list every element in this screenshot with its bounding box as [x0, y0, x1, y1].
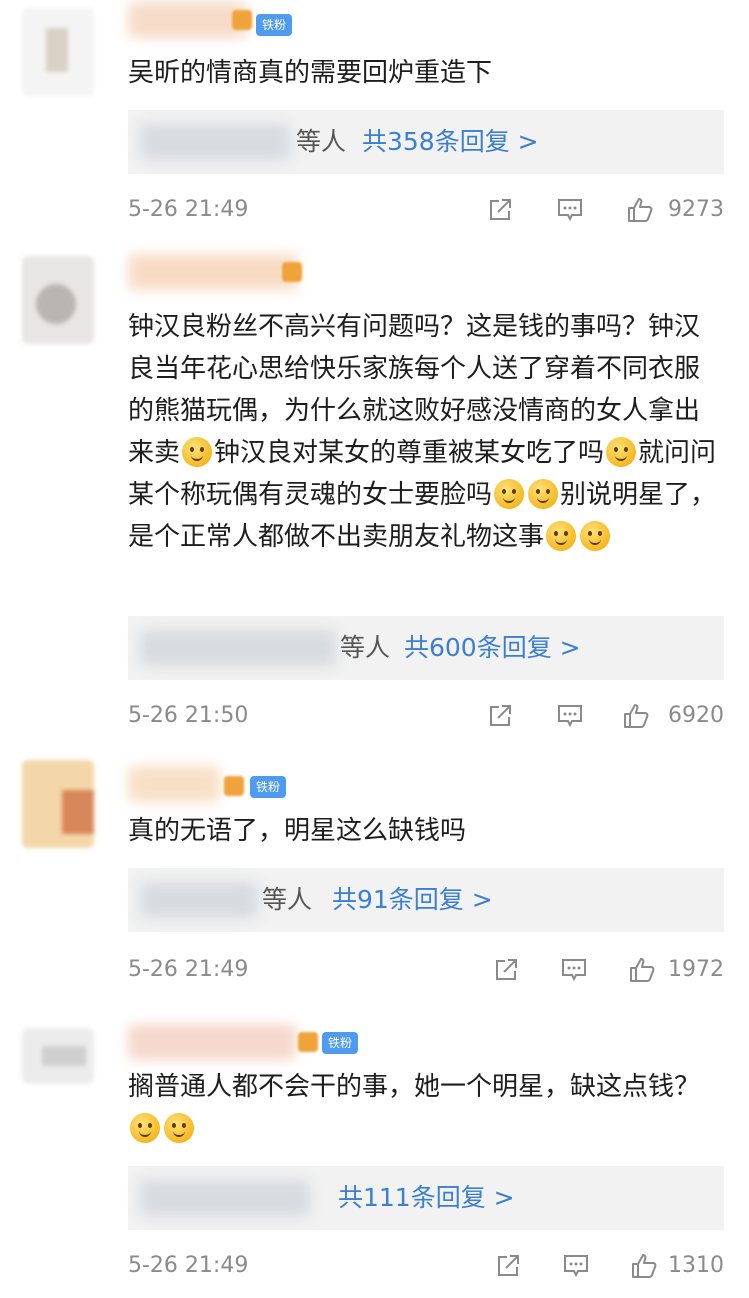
avatar[interactable]	[22, 760, 94, 848]
username-blurred[interactable]	[128, 254, 298, 290]
shrug-emoji-icon	[164, 1113, 194, 1143]
reply-count-link[interactable]: 共358条回复 >	[362, 110, 539, 174]
comment-meta: 5-26 21:49 9273	[128, 190, 724, 230]
comment-text: 吴昕的情商真的需要回炉重造下	[128, 58, 493, 88]
smile-emoji-icon	[580, 521, 611, 551]
verified-icon	[298, 1032, 318, 1052]
username-blurred[interactable]	[128, 766, 220, 802]
comment-icon[interactable]	[560, 956, 588, 984]
reply-summary[interactable]: 等人 共91条回复 >	[128, 868, 724, 932]
reply-user-blurred	[140, 124, 290, 160]
thumbs-up-icon[interactable]	[626, 196, 654, 224]
verified-icon	[232, 10, 252, 30]
reply-user-blurred	[140, 1180, 310, 1216]
reply-user-blurred	[140, 882, 258, 918]
like-count: 1972	[668, 957, 724, 982]
share-icon[interactable]	[494, 1252, 522, 1280]
share-icon[interactable]	[492, 956, 520, 984]
reply-count-link[interactable]: 共111条回复 >	[338, 1166, 515, 1230]
smile-emoji-icon	[546, 521, 577, 551]
thumbs-up-icon[interactable]	[628, 956, 656, 984]
fan-badge: 铁粉	[322, 1032, 359, 1054]
smile-emoji-icon	[528, 479, 559, 509]
reply-suffix: 等人	[340, 633, 391, 662]
timestamp: 5-26 21:49	[128, 957, 249, 982]
comment-text-part: 钟汉良对某女的尊重被某女吃了吗	[214, 438, 605, 468]
comment-meta: 5-26 21:50 6920	[128, 696, 724, 736]
share-icon[interactable]	[486, 702, 514, 730]
fan-badge: 铁粉	[256, 14, 293, 36]
thumbs-up-icon[interactable]	[622, 702, 650, 730]
comment-text-part: 搁普通人都不会干的事，她一个明星，缺这点钱？	[128, 1072, 701, 1102]
smile-emoji-icon	[606, 437, 637, 467]
like-count: 6920	[668, 703, 724, 728]
like-count: 9273	[668, 197, 724, 222]
reply-count-link[interactable]: 共600条回复 >	[404, 616, 581, 680]
reply-summary[interactable]: 共111条回复 >	[128, 1166, 724, 1230]
verified-icon	[282, 262, 302, 282]
avatar[interactable]	[22, 1028, 94, 1084]
verified-icon	[224, 776, 244, 796]
share-icon[interactable]	[486, 196, 514, 224]
comment-icon[interactable]	[562, 1252, 590, 1280]
reply-summary[interactable]: 等人 共358条回复 >	[128, 110, 724, 174]
comment-text: 搁普通人都不会干的事，她一个明星，缺这点钱？	[128, 1066, 718, 1150]
thumbs-up-icon[interactable]	[630, 1252, 658, 1280]
avatar[interactable]	[22, 256, 94, 344]
comment-icon[interactable]	[556, 702, 584, 730]
like-count: 1310	[668, 1253, 724, 1278]
comment-text: 钟汉良粉丝不高兴有问题吗？这是钱的事吗？钟汉良当年花心思给快乐家族每个人送了穿着…	[128, 306, 718, 558]
username-blurred[interactable]	[128, 1024, 296, 1060]
reply-count-link[interactable]: 共91条回复 >	[332, 868, 493, 932]
timestamp: 5-26 21:49	[128, 1253, 249, 1278]
comment-icon[interactable]	[556, 196, 584, 224]
fan-badge: 铁粉	[250, 776, 287, 798]
comment-feed: { "badge_label": "铁粉", "colors": { "link…	[0, 0, 749, 1298]
timestamp: 5-26 21:49	[128, 197, 249, 222]
avatar[interactable]	[22, 8, 94, 96]
username-blurred[interactable]	[128, 2, 248, 38]
reply-user-blurred	[140, 630, 336, 666]
reply-suffix: 等人	[262, 885, 313, 914]
reply-summary[interactable]: 等人 共600条回复 >	[128, 616, 724, 680]
timestamp: 5-26 21:50	[128, 703, 249, 728]
comment-text: 真的无语了，明星这么缺钱吗	[128, 816, 467, 846]
smile-emoji-icon	[182, 437, 213, 467]
sweat-emoji-icon	[130, 1113, 160, 1143]
comment-meta: 5-26 21:49 1972	[128, 950, 724, 990]
comment-meta: 5-26 21:49 1310	[128, 1246, 724, 1286]
thinking-emoji-icon	[494, 479, 525, 509]
reply-suffix: 等人	[296, 127, 347, 156]
